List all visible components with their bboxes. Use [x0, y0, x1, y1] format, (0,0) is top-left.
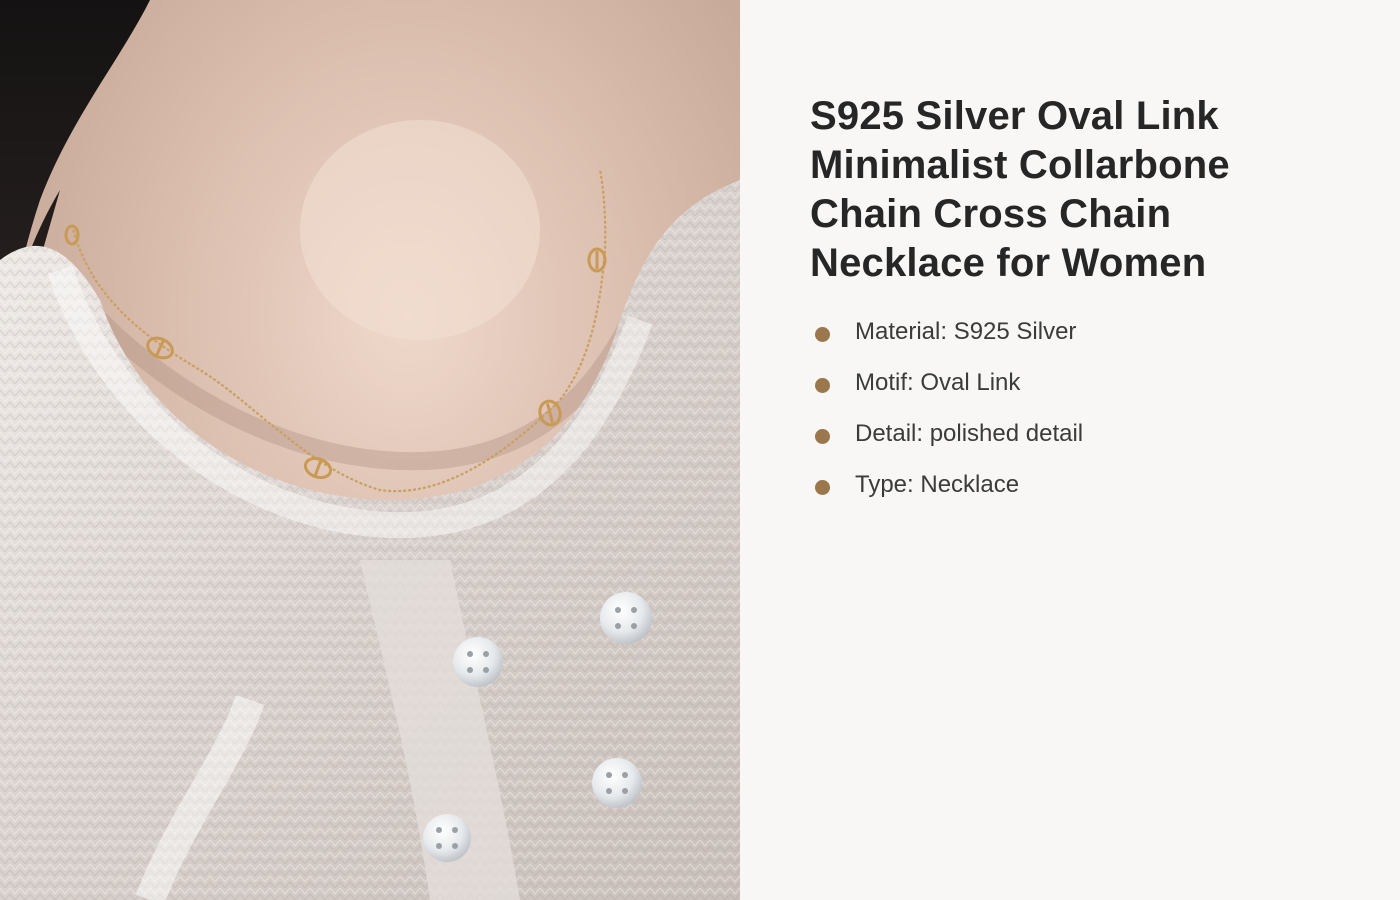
spec-list: Material: S925 Silver Motif: Oval Link D… — [815, 312, 1375, 516]
product-photo — [0, 0, 740, 900]
spec-label: Type: Necklace — [855, 471, 1020, 498]
spec-label: Detail: polished detail — [855, 420, 1084, 447]
product-info-panel: S925 Silver Oval Link Minimalist Collarb… — [740, 0, 1400, 900]
spec-item-type: Type: Necklace — [815, 465, 1375, 505]
spec-item-detail: Detail: polished detail — [815, 414, 1375, 454]
bullet-icon — [815, 377, 830, 393]
product-page: S925 Silver Oval Link Minimalist Collarb… — [0, 0, 1400, 900]
spec-label: Motif: Oval Link — [855, 369, 1021, 396]
product-title: S925 Silver Oval Link Minimalist Collarb… — [810, 94, 1230, 285]
bullet-icon — [815, 479, 830, 495]
bullet-icon — [815, 428, 830, 444]
spec-label: Material: S925 Silver — [855, 318, 1077, 345]
bullet-icon — [815, 326, 830, 342]
spec-item-motif: Motif: Oval Link — [815, 363, 1375, 403]
spec-item-material: Material: S925 Silver — [815, 312, 1375, 352]
necklace-photo — [0, 0, 740, 900]
